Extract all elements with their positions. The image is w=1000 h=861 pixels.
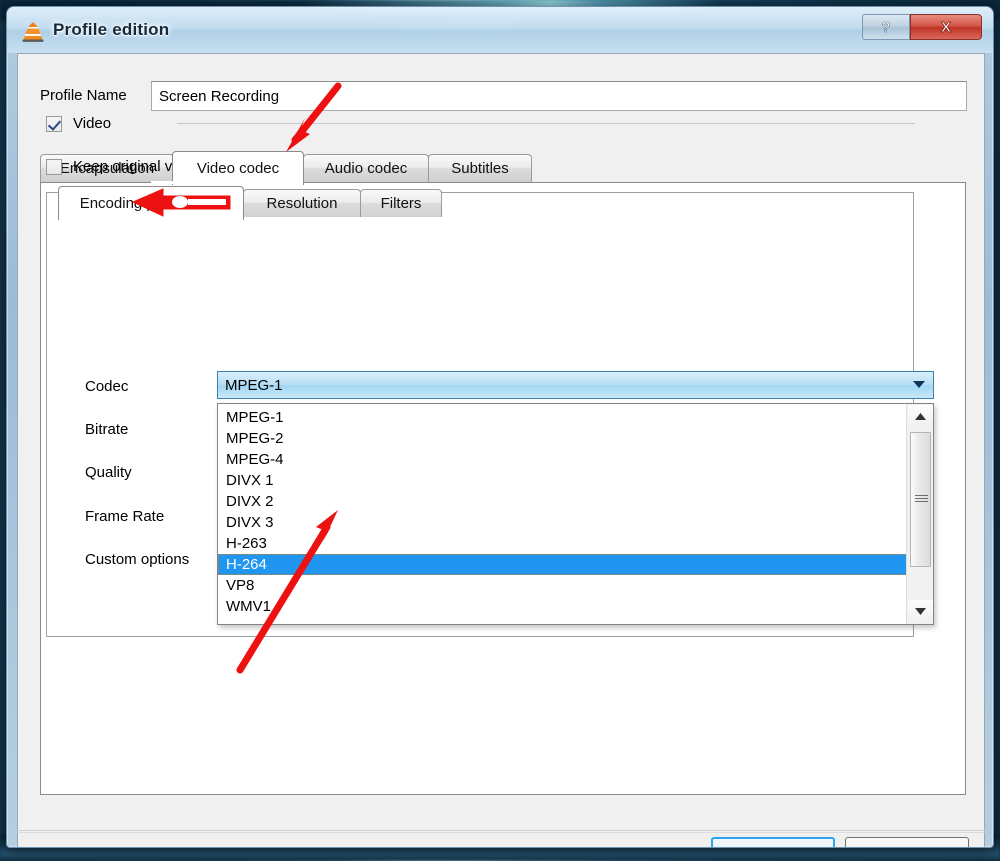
codec-combobox[interactable]: MPEG-1: [217, 371, 934, 399]
create-button[interactable]: Create: [711, 837, 835, 848]
create-button-label: Create: [750, 846, 795, 848]
scroll-up-arrow-icon[interactable]: [908, 405, 933, 428]
codec-option[interactable]: MPEG-2: [218, 428, 907, 449]
frame-rate-label: Frame Rate: [85, 508, 165, 525]
keep-original-checkbox[interactable]: [46, 158, 62, 175]
cancel-button-label: Cancel: [884, 846, 931, 848]
codec-dropdown-list[interactable]: MPEG-1 MPEG-2 MPEG-4 DIVX 1 DIVX 2 DIVX 3 H-26…: [217, 403, 934, 625]
svg-text:?: ?: [881, 19, 890, 36]
tab-audio-codec-label: Audio codec: [324, 160, 408, 177]
codec-combobox-value: MPEG-1: [225, 376, 283, 394]
codec-dropdown-items[interactable]: MPEG-1 MPEG-2 MPEG-4 DIVX 1 DIVX 2 DIVX 3 H-26…: [218, 404, 907, 624]
title-bar[interactable]: Profile edition ? X: [7, 7, 993, 53]
dialog-button-bar: Create Cancel: [17, 832, 985, 848]
codec-option[interactable]: DIVX 3: [218, 512, 907, 533]
tab-video-codec[interactable]: Video codec: [172, 151, 304, 185]
tab-video-codec-label: Video codec: [196, 160, 280, 177]
tab-filters[interactable]: Filters: [360, 189, 442, 217]
button-bar-separator: [17, 830, 985, 831]
bitrate-label: Bitrate: [85, 421, 129, 438]
scrollbar-thumb[interactable]: [910, 432, 931, 567]
vlc-cone-icon: [21, 20, 45, 44]
chevron-down-icon[interactable]: [905, 372, 933, 398]
svg-text:X: X: [941, 19, 951, 36]
profile-edition-dialog: Profile edition ? X Profile Name Encapsu…: [6, 6, 994, 848]
codec-option[interactable]: H-263: [218, 533, 907, 554]
codec-option[interactable]: WMV1: [218, 596, 907, 617]
tab-resolution[interactable]: Resolution: [243, 189, 361, 217]
question-mark-icon: ?: [881, 19, 891, 36]
codec-option[interactable]: DIVX 2: [218, 491, 907, 512]
tab-filters-label: Filters: [380, 195, 422, 212]
scrollbar-grip-icon: [915, 495, 928, 504]
codec-tab-strip: Encapsulation Video codec Audio codec Su…: [40, 151, 966, 185]
tab-encoding-parameters-label: Encoding parameters: [79, 195, 223, 212]
codec-option[interactable]: H-264: [218, 554, 907, 575]
inner-tab-merge-cap: [59, 191, 243, 194]
scroll-down-arrow-icon[interactable]: [908, 600, 933, 623]
custom-options-label: Custom options: [85, 551, 190, 568]
profile-name-input[interactable]: [151, 81, 967, 111]
close-button[interactable]: X: [910, 14, 982, 40]
codec-option[interactable]: MPEG-4: [218, 449, 907, 470]
profile-name-label: Profile Name: [40, 87, 127, 104]
close-icon: X: [941, 19, 952, 36]
tab-resolution-label: Resolution: [266, 195, 338, 212]
profile-name-row: Profile Name: [29, 81, 967, 111]
dialog-client-area: Profile Name Encapsulation Video codec A…: [17, 53, 985, 832]
video-checkbox[interactable]: [46, 115, 62, 132]
tab-merge-cap: [151, 181, 281, 184]
video-checkbox-label: Video: [73, 115, 112, 132]
codec-label: Codec: [85, 378, 129, 395]
tab-audio-codec[interactable]: Audio codec: [303, 154, 429, 182]
help-button[interactable]: ?: [862, 14, 910, 40]
codec-option[interactable]: MPEG-1: [218, 407, 907, 428]
video-enable-row[interactable]: Video: [46, 115, 111, 132]
codec-option[interactable]: DIVX 1: [218, 470, 907, 491]
codec-option[interactable]: VP8: [218, 575, 907, 596]
tab-subtitles[interactable]: Subtitles: [428, 154, 532, 182]
cancel-button[interactable]: Cancel: [845, 837, 969, 848]
tab-subtitles-label: Subtitles: [451, 160, 509, 177]
quality-label: Quality: [85, 464, 132, 481]
video-section-separator: [177, 123, 915, 124]
window-title: Profile edition: [53, 20, 170, 39]
dropdown-scrollbar[interactable]: [906, 404, 933, 624]
